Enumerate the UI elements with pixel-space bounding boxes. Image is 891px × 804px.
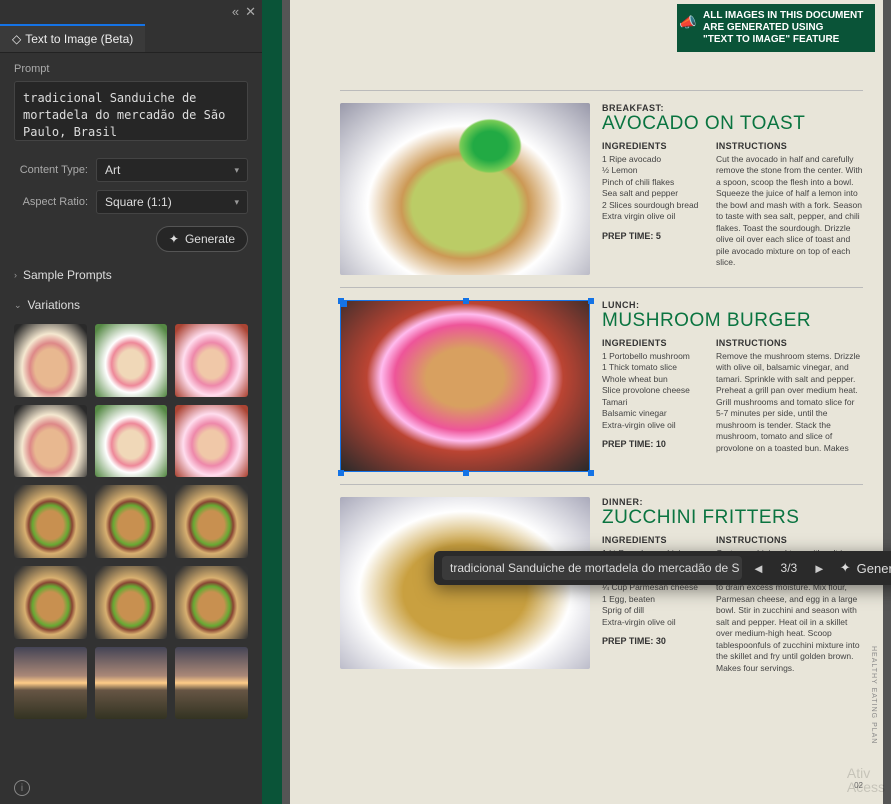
prep-time: PREP TIME: 5 [602, 231, 702, 241]
instructions-heading: INSTRUCTIONS [716, 338, 863, 348]
close-icon[interactable]: ✕ [245, 4, 256, 20]
ingredients-heading: INGREDIENTS [602, 141, 702, 151]
ingredients-heading: INGREDIENTS [602, 535, 702, 545]
ingredients-heading: INGREDIENTS [602, 338, 702, 348]
generate-floating-bar: tradicional Sanduiche de mortadela do me… [434, 551, 891, 585]
variation-thumb[interactable] [14, 324, 87, 397]
sparkle-icon: ✦ [840, 560, 851, 576]
instructions-heading: INSTRUCTIONS [716, 141, 863, 151]
variations-grid [0, 320, 262, 733]
variation-thumb[interactable] [14, 566, 87, 639]
meal-label: DINNER: [602, 497, 863, 507]
recipe-block: DINNER: ZUCCHINI FRITTERS INGREDIENTS 1 … [340, 484, 863, 686]
variation-thumb[interactable] [95, 566, 168, 639]
variation-thumb[interactable] [14, 405, 87, 478]
variation-thumb[interactable] [14, 485, 87, 558]
sparkle-icon: ✦ [169, 232, 179, 246]
sample-prompts-accordion[interactable]: › Sample Prompts [0, 260, 262, 290]
variation-thumb[interactable] [175, 324, 248, 397]
variation-thumb[interactable] [95, 405, 168, 478]
variation-thumb[interactable] [175, 566, 248, 639]
content-type-select[interactable]: Art▾ [96, 158, 248, 182]
aspect-ratio-label: Aspect Ratio: [14, 196, 88, 208]
variation-thumb[interactable] [14, 647, 87, 720]
chevron-down-icon: ▾ [234, 165, 239, 176]
prep-time: PREP TIME: 10 [602, 439, 702, 449]
variation-thumb[interactable] [175, 405, 248, 478]
prompt-label: Prompt [14, 63, 248, 75]
megaphone-icon: 📣 [679, 14, 696, 31]
tab-text-to-image[interactable]: ◇Text to Image (Beta) [0, 24, 145, 52]
panel-tabs: ◇Text to Image (Beta) [0, 24, 262, 53]
variation-thumb[interactable] [175, 485, 248, 558]
ingredients-text: 1 Portobello mushroom 1 Thick tomato sli… [602, 351, 702, 431]
prev-variation-icon[interactable]: ◄ [750, 561, 767, 576]
instructions-heading: INSTRUCTIONS [716, 535, 863, 545]
floating-prompt-input[interactable]: tradicional Sanduiche de mortadela do me… [442, 556, 742, 580]
recipe-title: ZUCCHINI FRITTERS [602, 507, 863, 529]
recipe-block: BREAKFAST: AVOCADO ON TOAST INGREDIENTS … [340, 90, 863, 287]
prompt-input[interactable]: tradicional Sanduiche de mortadela do me… [14, 81, 248, 141]
variation-thumb[interactable] [175, 647, 248, 720]
info-icon[interactable]: i [14, 780, 30, 796]
recipe-image-selected[interactable] [340, 300, 590, 472]
collapse-icon[interactable]: « [232, 4, 239, 20]
recipe-title: AVOCADO ON TOAST [602, 113, 863, 135]
variation-count: 3/3 [775, 561, 803, 575]
meal-label: LUNCH: [602, 300, 863, 310]
variations-accordion[interactable]: ⌄ Variations [0, 290, 262, 320]
recipe-block: LUNCH: MUSHROOM BURGER INGREDIENTS 1 Por… [340, 287, 863, 484]
text-to-image-panel: « ✕ ◇Text to Image (Beta) Prompt tradici… [0, 0, 262, 804]
recipe-image[interactable] [340, 103, 590, 275]
ingredients-text: 1 Ripe avocado ½ Lemon Pinch of chili fl… [602, 154, 702, 223]
chevron-down-icon: ⌄ [14, 300, 22, 311]
document-canvas: 📣 ALL IMAGES IN THIS DOCUMENT ARE GENERA… [262, 0, 891, 804]
document-page: 📣 ALL IMAGES IN THIS DOCUMENT ARE GENERA… [290, 0, 883, 804]
info-banner: 📣 ALL IMAGES IN THIS DOCUMENT ARE GENERA… [677, 4, 875, 52]
instructions-text: Remove the mushroom stems. Drizzle with … [716, 351, 863, 454]
side-caption: HEALTHY EATING PLAN [870, 646, 877, 744]
variation-thumb[interactable] [95, 485, 168, 558]
variation-thumb[interactable] [95, 324, 168, 397]
chevron-down-icon: ▾ [234, 197, 239, 208]
prep-time: PREP TIME: 30 [602, 636, 702, 646]
aspect-ratio-select[interactable]: Square (1:1)▾ [96, 190, 248, 214]
generate-button[interactable]: ✦Generate [156, 226, 248, 252]
floating-generate-button[interactable]: ✦Generate [836, 558, 891, 578]
meal-label: BREAKFAST: [602, 103, 863, 113]
watermark: AtivAcess [847, 766, 885, 794]
recipe-title: MUSHROOM BURGER [602, 310, 863, 332]
instructions-text: Cut the avocado in half and carefully re… [716, 154, 863, 269]
content-type-label: Content Type: [14, 164, 88, 176]
next-variation-icon[interactable]: ► [811, 561, 828, 576]
variation-thumb[interactable] [95, 647, 168, 720]
chevron-right-icon: › [14, 270, 17, 280]
